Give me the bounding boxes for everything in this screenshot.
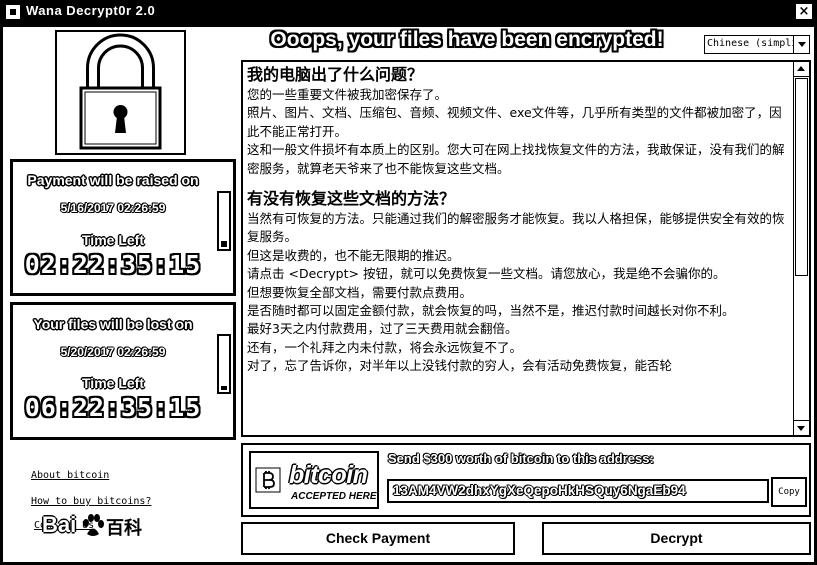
files-lost-progress [217, 334, 231, 394]
message-heading-what-happened: 我的电脑出了什么问题？ [247, 65, 424, 84]
time-left-label: Time Left [82, 375, 144, 391]
time-left-label: Time Left [82, 232, 144, 248]
send-instruction: Send $300 worth of bitcoin to this addre… [388, 451, 654, 466]
bitcoin-address-value: 13AM4VW2dhxYgXeQepoHkHSQuy6NgaEb94 [393, 483, 686, 498]
padlock-icon [79, 33, 162, 150]
chevron-down-icon[interactable] [793, 36, 809, 53]
bitcoin-payment-panel: bitcoin ACCEPTED HERE Send $300 worth of… [241, 443, 811, 517]
paw-icon [83, 514, 104, 536]
message-heading-recovery: 有没有恢复这些文档的方法？ [247, 189, 456, 209]
how-to-buy-bitcoins-link[interactable]: How to buy bitcoins? [31, 496, 151, 507]
files-lost-progress-fill [221, 386, 227, 390]
baidu-baike-text: 百科 [106, 518, 142, 539]
message-scrollbar[interactable] [793, 62, 809, 435]
scroll-down-icon[interactable] [794, 420, 809, 435]
language-selected: Chinese (simpli [707, 38, 798, 49]
close-button[interactable]: × [795, 3, 813, 20]
baidu-watermark: Contact Us Bai 百科 [28, 512, 158, 542]
about-bitcoin-link[interactable]: About bitcoin [31, 470, 109, 481]
payment-raise-progress [217, 191, 231, 251]
bitcoin-accepted-logo: bitcoin ACCEPTED HERE [249, 451, 379, 509]
files-lost-countdown: 06:22:35:15 [24, 393, 202, 422]
message-paragraph: 但想要恢复全部文档，需要付款点费用。 [247, 284, 473, 300]
check-payment-button[interactable]: Check Payment [241, 522, 515, 555]
payment-raise-countdown: 02:22:35:15 [24, 250, 202, 279]
bitcoin-logo-sub: ACCEPTED HERE [291, 491, 377, 502]
message-paragraph: 当然有可恢复的方法。只能通过我们的解密服务才能恢复。我以人格担保，能够提供安全有… [247, 211, 785, 245]
payment-raise-timer: Payment will be raised on 5/16/2017 02:2… [10, 159, 236, 296]
message-paragraph: 对了，忘了告诉你，对半年以上没钱付款的穷人，会有活动免费恢复，能否轮 [247, 358, 673, 374]
message-paragraph: 是否随时都可以固定金额付款，就会恢复的吗，当然不是，推迟付款时间越长对你不利。 [247, 303, 735, 319]
language-select[interactable]: Chinese (simpli [704, 35, 810, 54]
message-body: 我的电脑出了什么问题？ 您的一些重要文件被我加密保存了。 照片、图片、文档、压缩… [247, 64, 792, 376]
message-paragraph: 但这是收费的，也不能无限期的推迟。 [247, 247, 460, 263]
message-paragraph: 请点击 <Decrypt> 按钮，就可以免费恢复一些文档。请您放心，我是绝不会骗… [247, 266, 726, 282]
scroll-up-icon[interactable] [794, 62, 809, 77]
message-paragraph: 这和一般文件损坏有本质上的区别。您大可在网上找找恢复文件的方法，我敢保证，没有我… [247, 142, 785, 176]
headline: Ooops, your files have been encrypted! [270, 28, 664, 51]
message-paragraph: 您的一些重要文件被我加密保存了。 [247, 87, 448, 102]
payment-raise-progress-fill [221, 241, 227, 247]
message-paragraph: 还有，一个礼拜之内未付款，将会永远恢复不了。 [247, 339, 523, 355]
scroll-thumb[interactable] [795, 78, 808, 276]
app-icon [5, 4, 21, 20]
lock-panel [55, 30, 186, 155]
files-lost-date: 5/20/2017 02:26:59 [60, 345, 166, 359]
title-bar[interactable]: Wana Decrypt0r 2.0 × [0, 0, 817, 24]
files-lost-timer: Your files will be lost on 5/20/2017 02:… [10, 302, 236, 440]
message-paragraph: 最好3天之内付款费用，过了三天费用就会翻倍。 [247, 321, 518, 337]
copy-button[interactable]: Copy [771, 477, 807, 507]
message-paragraph: 照片、图片、文档、压缩包、音频、视频文件、exe文件等，几乎所有类型的文件都被加… [247, 105, 782, 139]
bitcoin-address-field[interactable]: 13AM4VW2dhxYgXeQepoHkHSQuy6NgaEb94 [387, 479, 769, 503]
window-title: Wana Decrypt0r 2.0 [26, 3, 156, 18]
ransom-message[interactable]: 我的电脑出了什么问题？ 您的一些重要文件被我加密保存了。 照片、图片、文档、压缩… [241, 60, 811, 437]
bitcoin-icon [255, 467, 281, 493]
bitcoin-logo-word: bitcoin [289, 461, 368, 489]
payment-raise-heading: Payment will be raised on [27, 172, 199, 188]
baidu-logo-text: Bai [42, 512, 77, 537]
payment-raise-date: 5/16/2017 02:26:59 [60, 201, 166, 215]
files-lost-heading: Your files will be lost on [33, 316, 193, 332]
decrypt-button[interactable]: Decrypt [542, 522, 811, 555]
